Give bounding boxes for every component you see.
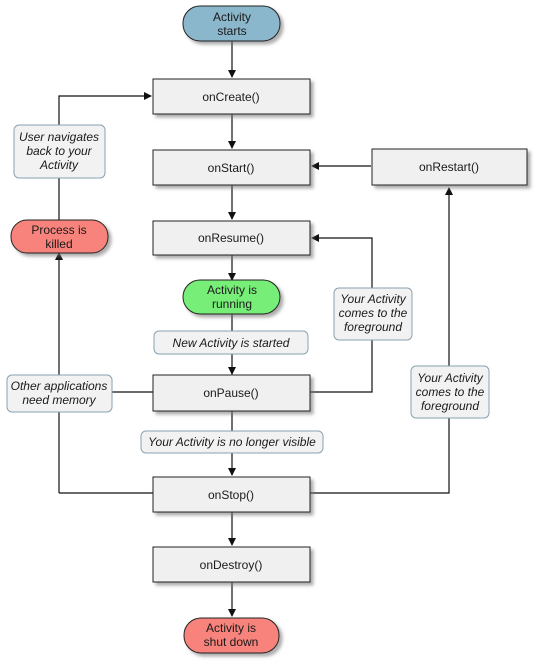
method-label: onResume() [198,231,264,245]
method-label: onPause() [203,386,258,400]
state-label-line: running [212,297,252,311]
method-label: onCreate() [202,90,259,104]
note-label: New Activity is started [173,336,290,350]
state-process-killed: Process is killed [10,219,109,254]
note-label-line: Your Activity [417,371,484,385]
note-label-line: comes to the [339,306,408,320]
method-onrestart: onRestart() [371,148,528,186]
state-activity-shut-down: Activity is shut down [183,617,280,654]
note-label-line: need memory [22,393,96,407]
note-comes-to-foreground-resume: Your Activity comes to the foreground [333,287,413,341]
state-label-line: shut down [204,635,259,649]
note-no-longer-visible: Your Activity is no longer visible [140,430,324,454]
state-activity-starts: Activity starts [182,5,281,42]
state-label-line: starts [217,24,246,38]
note-user-navigates-back: User navigates back to your Activity [13,124,106,179]
note-label-line: comes to the [416,385,485,399]
state-label-line: killed [45,237,72,251]
note-new-activity-started: New Activity is started [153,330,309,355]
state-label-line: Activity is [206,621,256,635]
method-label: onDestroy() [200,558,263,572]
note-label-line: Activity [39,158,79,172]
method-oncreate: onCreate() [152,78,311,115]
note-label: Your Activity is no longer visible [148,435,316,449]
activity-lifecycle-diagram: Activity starts onCreate() onStart() onR… [6,5,528,654]
note-label-line: Other applications [11,379,108,393]
note-label-line: Your Activity [340,292,407,306]
method-onstop: onStop() [152,476,311,513]
state-activity-running: Activity is running [182,279,281,315]
note-label-line: foreground [421,399,479,413]
arrow-onpause-to-process-killed [55,252,153,393]
method-label: onRestart() [419,160,479,174]
state-label-line: Process is [31,223,86,237]
method-label: onStart() [208,161,255,175]
method-onstart: onStart() [152,149,311,186]
note-label-line: back to your [26,144,92,158]
method-onresume: onResume() [152,220,311,256]
method-ondestroy: onDestroy() [152,546,311,583]
state-label-line: Activity is [207,283,257,297]
note-comes-to-foreground-restart: Your Activity comes to the foreground [410,365,490,419]
state-label-line: Activity [213,10,251,24]
note-label-line: foreground [344,320,402,334]
method-onpause: onPause() [152,374,311,412]
note-other-apps-need-memory: Other applications need memory [6,374,113,413]
method-label: onStop() [208,488,254,502]
note-label-line: User navigates [19,130,99,144]
